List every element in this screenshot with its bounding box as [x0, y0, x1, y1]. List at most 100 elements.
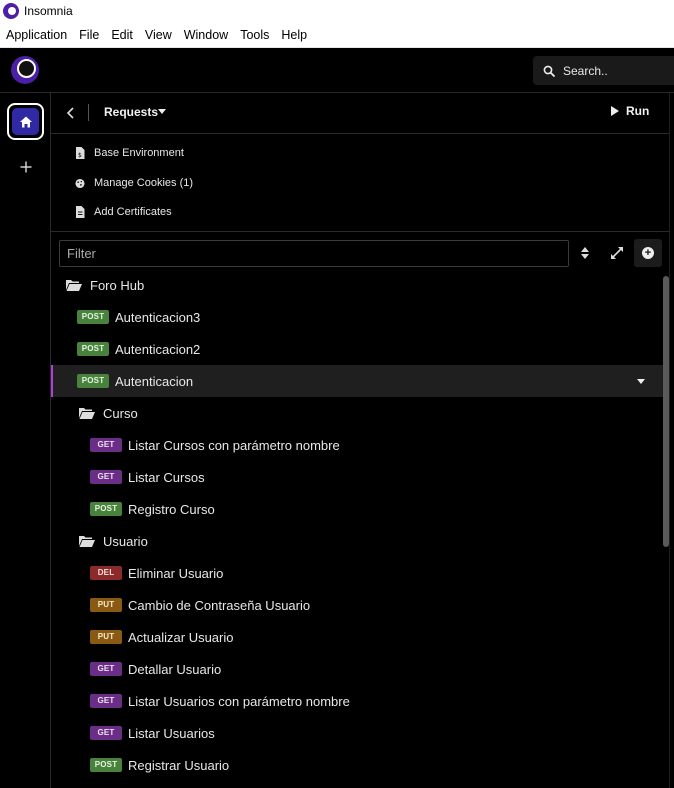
add-project-button[interactable]: [16, 157, 36, 177]
window-titlebar: Insomnia: [0, 0, 674, 22]
request-name: Autenticacion3: [115, 309, 201, 325]
method-badge: POST: [90, 758, 122, 772]
base-environment-item[interactable]: $ Base Environment: [75, 143, 184, 163]
request-name: Listar Usuarios: [128, 725, 215, 741]
folder-open-icon: [79, 408, 95, 419]
request-item[interactable]: GET Detallar Usuario: [51, 653, 663, 685]
request-name: Eliminar Usuario: [128, 565, 224, 581]
add-certificates-item[interactable]: Add Certificates: [75, 202, 172, 222]
chevron-down-icon[interactable]: [158, 109, 166, 114]
expand-all-button[interactable]: [608, 244, 626, 262]
method-badge: GET: [90, 470, 122, 484]
method-badge: POST: [90, 502, 122, 516]
panel-header: Requests Run: [51, 93, 669, 134]
method-badge: GET: [90, 726, 122, 740]
menu-bar: Application File Edit View Window Tools …: [0, 22, 674, 48]
svg-text:$: $: [78, 152, 82, 159]
request-item[interactable]: POST Autenticacion2: [51, 333, 663, 365]
request-name: Detallar Usuario: [128, 661, 222, 677]
request-item[interactable]: GET Listar Cursos: [51, 461, 663, 493]
method-badge: GET: [90, 694, 122, 708]
request-name: Registro Curso: [128, 501, 215, 517]
request-name: Actualizar Usuario: [128, 629, 234, 645]
request-name: Autenticacion: [115, 373, 194, 389]
folder-usuario[interactable]: Usuario: [51, 525, 663, 557]
menu-edit[interactable]: Edit: [105, 28, 139, 42]
request-item[interactable]: PUT Cambio de Contraseña Usuario: [51, 589, 663, 621]
request-item[interactable]: POST Autenticacion3: [51, 301, 663, 333]
request-item[interactable]: POST Registro Curso: [51, 493, 663, 525]
sort-button[interactable]: [578, 244, 592, 262]
plus-icon: [20, 161, 32, 173]
request-item[interactable]: GET Listar Usuarios: [51, 717, 663, 749]
request-name: Registrar Usuario: [128, 757, 230, 773]
request-name: Listar Usuarios con parámetro nombre: [128, 693, 350, 709]
request-name: Listar Cursos: [128, 469, 205, 485]
menu-file[interactable]: File: [73, 28, 105, 42]
method-badge: POST: [77, 310, 109, 324]
back-button[interactable]: [64, 104, 78, 122]
method-badge: POST: [77, 342, 109, 356]
home-button[interactable]: [7, 103, 44, 140]
method-badge: POST: [77, 374, 109, 388]
search-button[interactable]: Search..: [533, 56, 674, 85]
requests-dropdown-label[interactable]: Requests: [104, 105, 158, 119]
environment-list: $ Base Environment Manage Cookies (1) Ad…: [51, 134, 669, 232]
insomnia-logo-icon[interactable]: [11, 56, 39, 84]
create-new-button[interactable]: +: [634, 239, 662, 267]
filter-row: +: [51, 232, 669, 272]
folder-name: Foro Hub: [90, 277, 145, 293]
request-item[interactable]: GET Listar Cursos con parámetro nombre: [51, 429, 663, 461]
request-item[interactable]: DEL Eliminar Usuario: [51, 557, 663, 589]
run-button[interactable]: Run: [611, 104, 649, 118]
method-badge: PUT: [90, 598, 122, 612]
header-divider: [88, 104, 89, 121]
folder-curso[interactable]: Curso: [51, 397, 663, 429]
chevron-left-icon: [66, 107, 74, 119]
menu-application[interactable]: Application: [0, 28, 73, 42]
sort-icon: [581, 247, 589, 259]
folder-name: Usuario: [103, 533, 148, 549]
method-badge: DEL: [90, 566, 122, 580]
folder-open-icon: [66, 280, 82, 291]
play-icon: [611, 106, 619, 116]
insomnia-logo-icon: [3, 3, 19, 19]
add-certificates-label: Add Certificates: [94, 206, 172, 218]
folder-open-icon: [79, 536, 95, 547]
search-icon: [543, 65, 555, 77]
project-rail: [0, 93, 51, 788]
manage-cookies-item[interactable]: Manage Cookies (1): [75, 173, 193, 193]
method-badge: PUT: [90, 630, 122, 644]
certificate-icon: [75, 206, 85, 218]
filter-input[interactable]: [59, 240, 569, 267]
home-icon: [19, 116, 32, 127]
editor-pane-edge: [669, 93, 674, 788]
request-name: Listar Cursos con parámetro nombre: [128, 437, 340, 453]
menu-view[interactable]: View: [139, 28, 178, 42]
manage-cookies-label: Manage Cookies (1): [94, 177, 194, 189]
cookie-icon: [75, 177, 85, 189]
folder-name: Curso: [103, 405, 138, 421]
method-badge: GET: [90, 438, 122, 452]
method-badge: GET: [90, 662, 122, 676]
request-tree: Foro Hub POST Autenticacion3 POST Autent…: [51, 276, 663, 788]
window-title: Insomnia: [24, 4, 73, 18]
request-item[interactable]: POST Registrar Usuario: [51, 749, 663, 781]
folder-foro-hub[interactable]: Foro Hub: [51, 276, 663, 301]
app-header: Search..: [0, 48, 674, 93]
request-name: Autenticacion2: [115, 341, 201, 357]
requests-panel: Requests Run $ Base Environment Manage C…: [51, 93, 669, 788]
plus-circle-icon: +: [642, 247, 654, 259]
menu-help[interactable]: Help: [275, 28, 313, 42]
request-item[interactable]: PUT Actualizar Usuario: [51, 621, 663, 653]
run-label: Run: [626, 104, 650, 118]
request-name: Cambio de Contraseña Usuario: [128, 597, 311, 613]
environment-icon: $: [75, 147, 85, 159]
request-item-active[interactable]: POST Autenticacion: [51, 365, 663, 397]
menu-window[interactable]: Window: [178, 28, 234, 42]
menu-tools[interactable]: Tools: [234, 28, 275, 42]
request-item[interactable]: GET Listar Usuarios con parámetro nombre: [51, 685, 663, 717]
chevron-down-icon[interactable]: [637, 379, 645, 384]
expand-icon: [611, 247, 623, 259]
base-environment-label: Base Environment: [94, 147, 184, 159]
